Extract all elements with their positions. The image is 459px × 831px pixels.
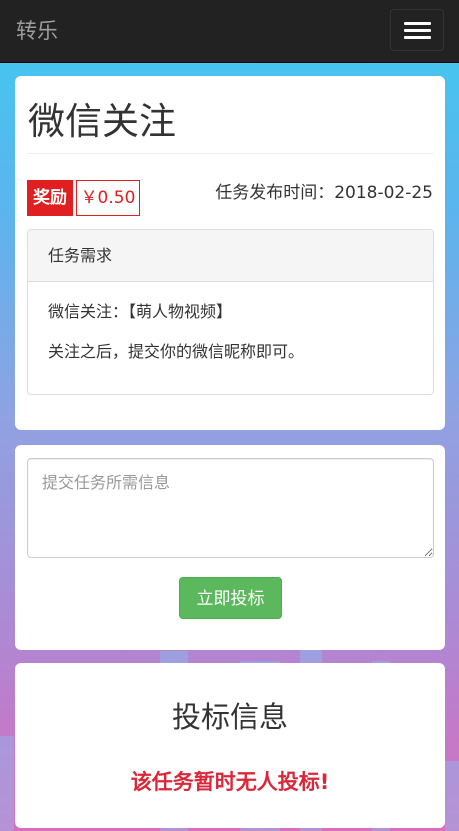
task-detail-card: 微信关注 奖励 ￥0.50 任务发布时间：2018-02-25 任务需求 微信关…: [15, 76, 445, 430]
requirements-panel: 任务需求 微信关注：【萌人物视频】 关注之后，提交你的微信昵称即可。: [27, 229, 434, 395]
top-navbar: 转乐: [0, 0, 459, 63]
title-divider: [27, 153, 433, 154]
brand-logo-text[interactable]: 转乐: [16, 17, 58, 45]
reward-label-badge: 奖励: [27, 180, 73, 216]
submit-bid-button[interactable]: 立即投标: [179, 577, 282, 619]
bids-empty-message: 该任务暂时无人投标!: [130, 770, 330, 794]
requirements-heading: 任务需求: [28, 230, 433, 282]
navbar-toggle-button[interactable]: [390, 9, 444, 51]
reward-amount: ￥0.50: [76, 180, 140, 216]
requirement-line: 关注之后，提交你的微信昵称即可。: [48, 342, 305, 361]
submission-card: 立即投标: [15, 445, 445, 650]
bids-title: 投标信息: [171, 700, 288, 734]
task-title: 微信关注: [28, 100, 176, 143]
submission-textarea[interactable]: [27, 458, 434, 558]
publish-time: 任务发布时间：2018-02-25: [215, 183, 433, 203]
bids-card: 投标信息 该任务暂时无人投标!: [15, 663, 445, 828]
requirement-line: 微信关注：【萌人物视频】: [48, 302, 233, 321]
